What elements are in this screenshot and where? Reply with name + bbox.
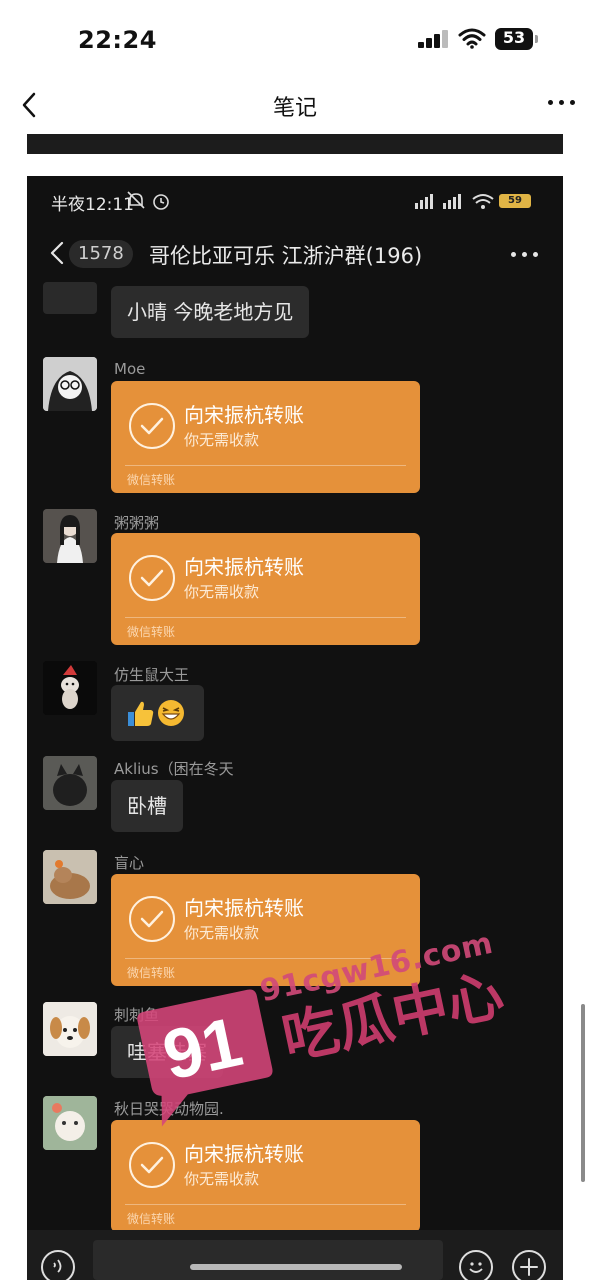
home-indicator[interactable] xyxy=(190,1264,402,1270)
sender-name: Moe xyxy=(114,360,146,378)
checkmark-circle-icon xyxy=(129,403,175,449)
transfer-title: 向宋振杭转账 xyxy=(184,896,304,920)
more-options-icon[interactable] xyxy=(548,100,576,108)
sender-name: 盲心 xyxy=(114,854,145,872)
notes-nav-bar: 笔记 xyxy=(0,78,590,132)
chat-title: 哥伦比亚可乐 江浙沪群(196) xyxy=(149,244,423,268)
chat-back-icon[interactable] xyxy=(49,240,65,266)
battery-level: 53 xyxy=(502,28,526,47)
transfer-footer: 微信转账 xyxy=(127,625,176,639)
transfer-footer: 微信转账 xyxy=(127,1212,176,1226)
mute-and-alarm-icon xyxy=(127,191,169,210)
checkmark-circle-icon xyxy=(129,896,175,942)
text-message: 卧槽 xyxy=(111,780,183,832)
voice-input-icon[interactable] xyxy=(41,1250,75,1280)
message-input[interactable] xyxy=(93,1240,443,1280)
sender-name: 粥粥粥 xyxy=(114,514,160,532)
avatar[interactable] xyxy=(43,509,97,563)
avatar[interactable] xyxy=(43,1096,97,1150)
checkmark-circle-icon xyxy=(129,1142,175,1188)
checkmark-circle-icon xyxy=(129,555,175,601)
chat-status-time: 半夜12:11 xyxy=(51,195,134,215)
chat-status-bar: 半夜12:11 59 xyxy=(27,176,563,226)
watermark-logo-badge: 91 xyxy=(137,989,273,1127)
transfer-footer: 微信转账 xyxy=(127,473,176,487)
previous-image-edge xyxy=(27,134,563,154)
avatar[interactable] xyxy=(43,756,97,810)
transfer-subtitle: 你无需收款 xyxy=(184,924,260,942)
unread-count-badge[interactable]: 1578 xyxy=(69,240,133,268)
sender-name: Aklius（困在冬天 xyxy=(114,760,234,778)
chat-header: 1578 哥伦比亚可乐 江浙沪群(196) xyxy=(27,230,563,278)
text-message: 小晴 今晚老地方见 xyxy=(111,286,310,338)
battery-cap xyxy=(535,35,538,43)
transfer-footer: 微信转账 xyxy=(127,966,176,980)
battery-icon: 53 xyxy=(495,28,533,50)
emoji-message xyxy=(111,685,204,741)
avatar[interactable] xyxy=(43,357,97,411)
transfer-subtitle: 你无需收款 xyxy=(184,431,260,449)
avatar[interactable] xyxy=(43,661,97,715)
watermark-badge-text: 91 xyxy=(156,1002,248,1094)
avatar[interactable] xyxy=(43,282,97,314)
emoji-picker-icon[interactable] xyxy=(459,1250,493,1280)
sender-name: 仿生鼠大王 xyxy=(114,666,190,684)
wifi-icon xyxy=(458,28,486,49)
transfer-card[interactable]: 向宋振杭转账 你无需收款 微信转账 xyxy=(111,1120,420,1232)
notes-page: 22:24 53 笔记 半夜12:11 59 1578 哥伦比亚可乐 江浙沪群(… xyxy=(0,0,590,1280)
transfer-subtitle: 你无需收款 xyxy=(184,1170,260,1188)
thumbs-up-grin-emoji-icon xyxy=(128,700,184,726)
transfer-card[interactable]: 向宋振杭转账 你无需收款 微信转账 xyxy=(111,533,420,645)
divider xyxy=(125,465,406,466)
avatar[interactable] xyxy=(43,850,97,904)
divider xyxy=(125,1204,406,1205)
transfer-subtitle: 你无需收款 xyxy=(184,583,260,601)
divider xyxy=(125,617,406,618)
avatar[interactable] xyxy=(43,1002,97,1056)
scrollbar[interactable] xyxy=(581,1004,585,1182)
ios-time: 22:24 xyxy=(78,26,157,54)
transfer-title: 向宋振杭转账 xyxy=(184,1142,304,1166)
cellular-signal-icon xyxy=(418,30,450,48)
chat-battery-icon: 59 xyxy=(499,194,531,208)
ios-status-bar: 22:24 53 xyxy=(0,0,590,78)
chat-input-bar xyxy=(27,1230,563,1280)
page-title: 笔记 xyxy=(272,96,317,121)
add-attachment-icon[interactable] xyxy=(512,1250,546,1280)
embedded-chat-screenshot: 半夜12:11 59 1578 哥伦比亚可乐 江浙沪群(196) 小晴 今晚老地… xyxy=(27,176,563,1280)
transfer-title: 向宋振杭转账 xyxy=(184,555,304,579)
chat-more-icon[interactable] xyxy=(511,252,539,258)
transfer-card[interactable]: 向宋振杭转账 你无需收款 微信转账 xyxy=(111,381,420,493)
transfer-title: 向宋振杭转账 xyxy=(184,403,304,427)
